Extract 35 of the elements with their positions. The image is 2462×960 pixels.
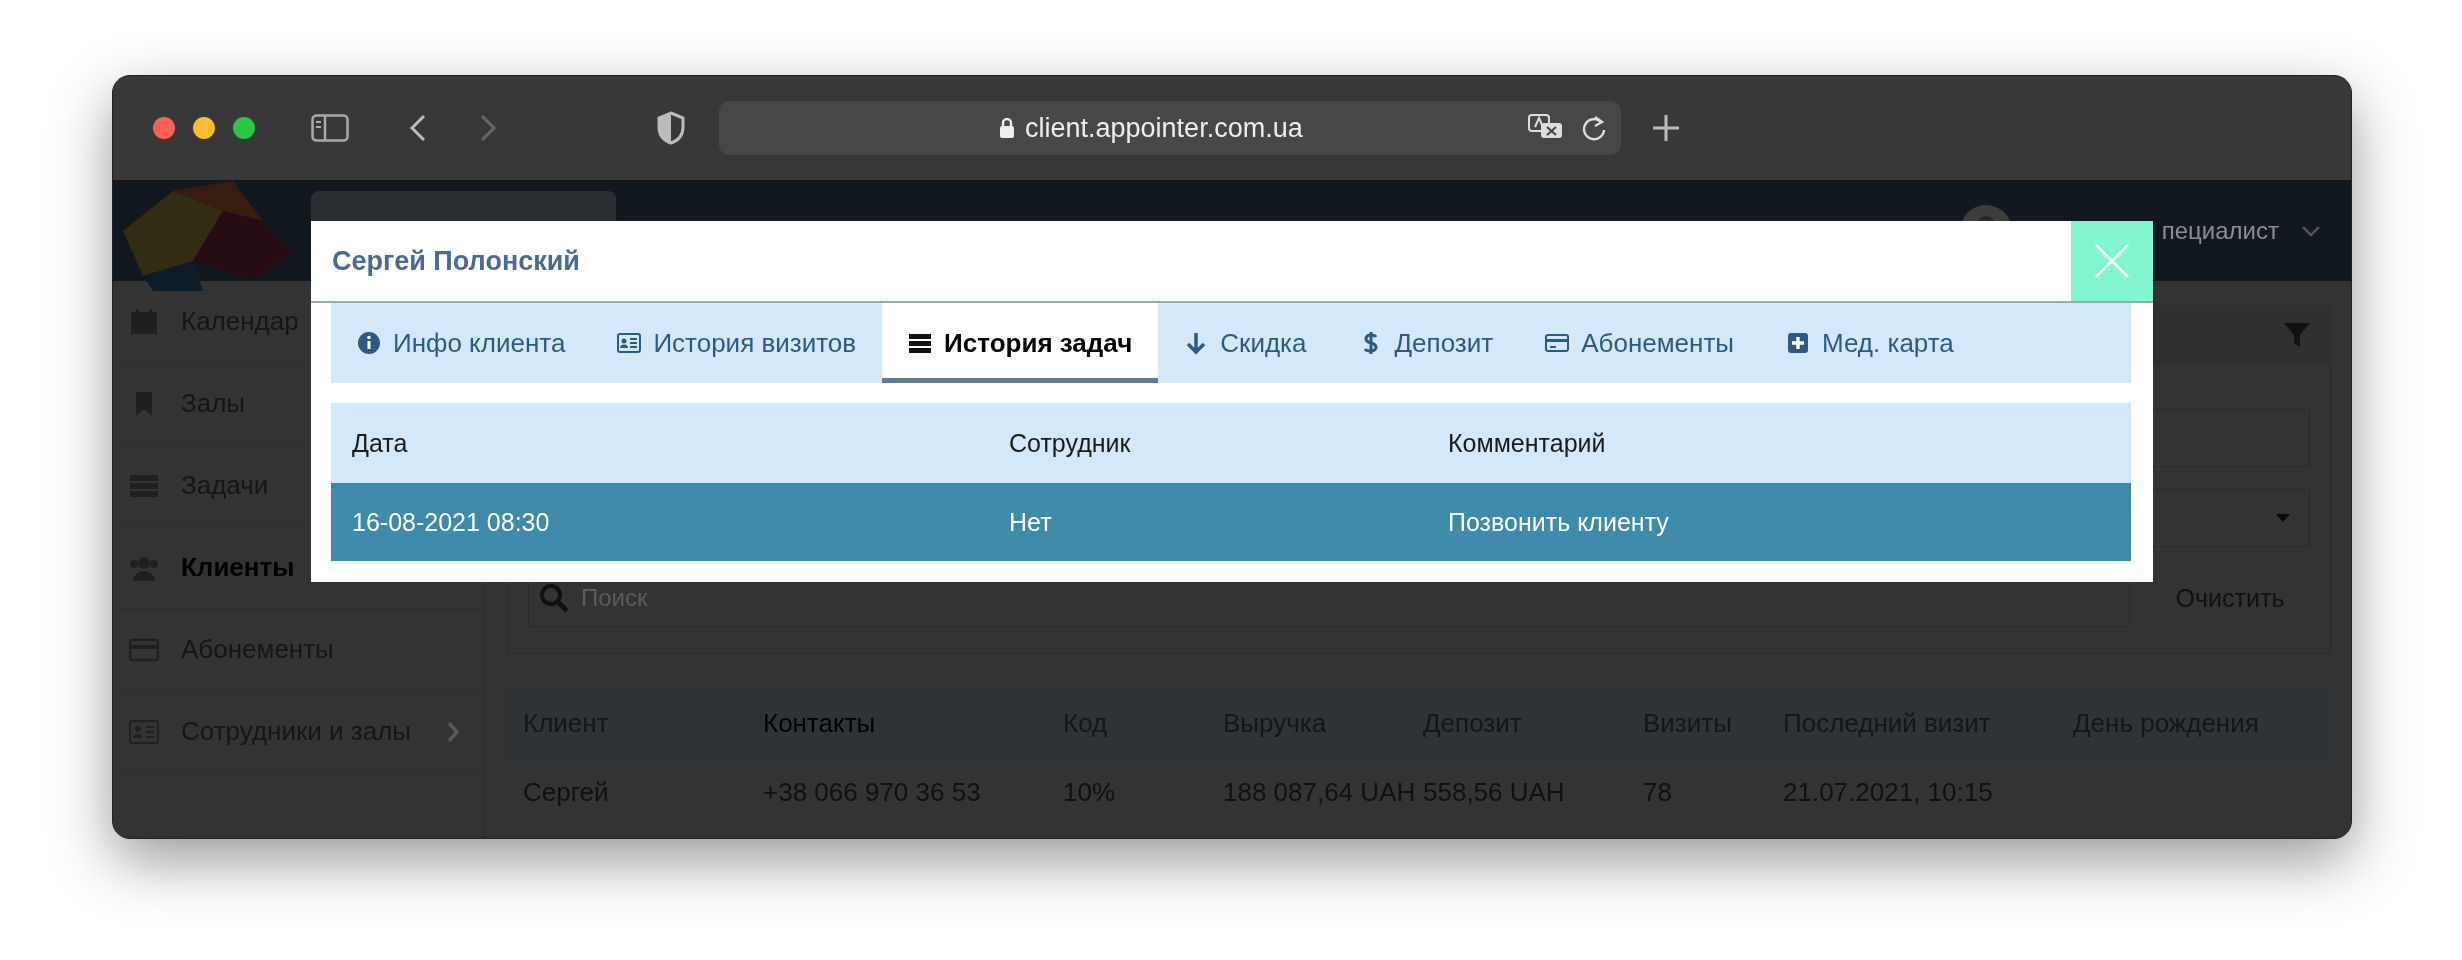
- card-icon: [1545, 331, 1570, 355]
- close-window-button[interactable]: [153, 117, 175, 139]
- column-header[interactable]: Сотрудник: [1009, 428, 1448, 458]
- table-cell-text: Позвонить клиенту: [1448, 507, 1670, 537]
- tab[interactable]: Абонементы: [1519, 303, 1760, 383]
- role-label[interactable]: пециалист: [2161, 217, 2279, 245]
- tab[interactable]: История визитов: [591, 303, 883, 383]
- search-icon: [538, 582, 570, 614]
- list-icon: [908, 331, 933, 355]
- chevron-down-icon[interactable]: [2301, 225, 2321, 237]
- info-icon: [357, 331, 381, 355]
- address-bar[interactable]: client.appointer.com.ua: [719, 101, 1621, 155]
- caret-icon: [2275, 513, 2291, 523]
- column-header[interactable]: Контакты: [763, 707, 1063, 739]
- reload-icon[interactable]: [1581, 114, 1607, 142]
- tab[interactable]: История задач: [882, 303, 1159, 383]
- chevron-right-icon: [446, 719, 460, 744]
- minimize-window-button[interactable]: [193, 117, 215, 139]
- tab[interactable]: Скидка: [1158, 303, 1333, 383]
- new-tab-icon[interactable]: [1651, 113, 1681, 143]
- dialog-title: Сергей Полонский: [331, 245, 581, 277]
- shield-icon[interactable]: [657, 111, 685, 145]
- table-cell-text: Нет: [1009, 507, 1053, 537]
- column-header[interactable]: Комментарий: [1448, 428, 2131, 458]
- lock-icon: [999, 117, 1015, 139]
- sidebar-icon[interactable]: [311, 114, 349, 142]
- id-card-icon: [617, 331, 642, 355]
- plus-square-icon: [1786, 331, 1810, 355]
- tab[interactable]: Депозит: [1332, 303, 1520, 383]
- table-row[interactable]: 16-08-2021 08:30 Нет Позвонить клиенту: [331, 483, 2131, 561]
- back-icon[interactable]: [409, 113, 427, 143]
- url-text: client.appointer.com.ua: [1025, 112, 1304, 144]
- zoom-window-button[interactable]: [233, 117, 255, 139]
- close-icon: [2094, 243, 2130, 279]
- tab[interactable]: Мед. карта: [1760, 303, 1980, 383]
